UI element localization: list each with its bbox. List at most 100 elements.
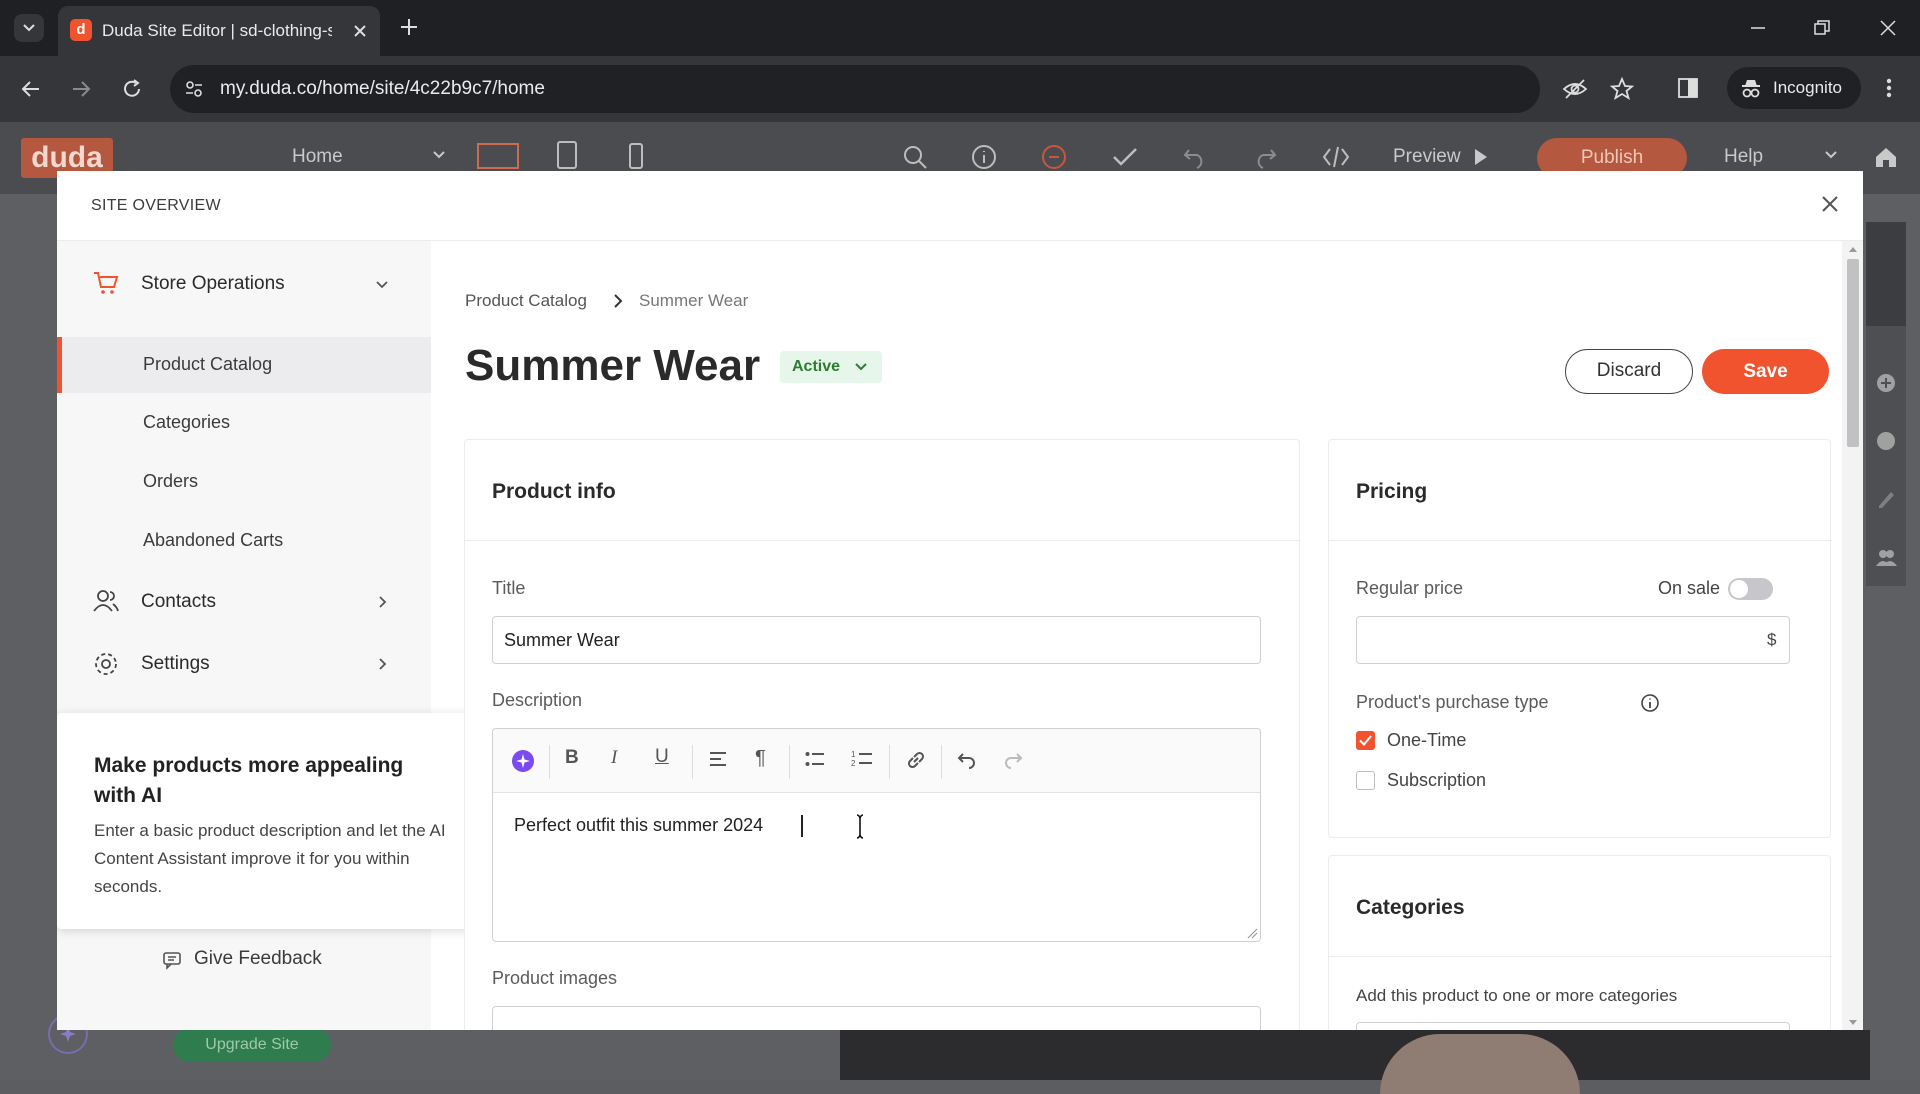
modal-close-icon[interactable] — [1821, 195, 1839, 213]
back-icon[interactable] — [20, 78, 42, 100]
sidebar-item-product-catalog[interactable]: Product Catalog — [57, 337, 431, 393]
undo-icon[interactable] — [1182, 144, 1208, 170]
breadcrumb-parent[interactable]: Product Catalog — [465, 291, 587, 311]
checkmark-icon — [1359, 734, 1372, 747]
scrollbar-thumb[interactable] — [1847, 259, 1859, 447]
scroll-down-icon[interactable] — [1848, 1019, 1858, 1027]
window-close-icon[interactable] — [1878, 18, 1898, 38]
upgrade-site-button[interactable]: Upgrade Site — [173, 1028, 331, 1062]
bulleted-list-icon[interactable] — [805, 751, 825, 767]
product-images-dropzone[interactable] — [492, 1006, 1261, 1030]
card-title: Pricing — [1356, 480, 1428, 503]
ai-assist-icon[interactable] — [511, 749, 535, 773]
forward-icon[interactable] — [70, 78, 92, 100]
sidebar-item-abandoned-carts[interactable]: Abandoned Carts — [57, 513, 431, 569]
browser-menu-icon[interactable] — [1882, 76, 1896, 100]
on-sale-label: On sale — [1658, 578, 1721, 598]
numbered-list-icon[interactable]: 12 — [851, 749, 873, 767]
save-button[interactable]: Save — [1702, 349, 1829, 394]
code-icon[interactable] — [1322, 144, 1350, 170]
redo-icon[interactable] — [1003, 750, 1023, 770]
subscription-checkbox[interactable] — [1356, 771, 1375, 790]
team-icon[interactable] — [1875, 546, 1897, 568]
one-time-label: One-Time — [1387, 730, 1467, 750]
svg-text:2: 2 — [851, 759, 856, 767]
info-icon[interactable] — [971, 144, 997, 170]
card-title: Product info — [492, 480, 616, 503]
page-title: Summer Wear — [465, 341, 761, 390]
discard-button[interactable]: Discard — [1565, 349, 1693, 394]
sidebar-item-label: Settings — [141, 653, 210, 674]
sidebar-item-orders[interactable]: Orders — [57, 454, 431, 510]
status-dropdown[interactable]: Active — [780, 351, 882, 383]
redo-icon[interactable] — [1252, 144, 1278, 170]
svg-text:1: 1 — [851, 750, 856, 759]
sidebar-item-label: Orders — [143, 471, 199, 491]
give-feedback-link[interactable]: Give Feedback — [162, 941, 362, 977]
info-icon[interactable] — [1640, 693, 1660, 713]
incognito-badge[interactable]: Incognito — [1727, 67, 1861, 109]
side-panel-icon[interactable] — [1677, 77, 1699, 99]
sidebar-item-categories[interactable]: Categories — [57, 395, 431, 451]
minimize-icon[interactable] — [1748, 18, 1768, 38]
reload-icon[interactable] — [120, 77, 144, 101]
sidebar-item-settings[interactable]: Settings — [57, 633, 431, 693]
categories-select[interactable] — [1356, 1022, 1790, 1030]
bookmark-star-icon[interactable] — [1610, 77, 1634, 101]
restore-icon[interactable] — [1812, 18, 1832, 38]
edit-icon[interactable] — [1875, 488, 1897, 510]
paragraph-icon[interactable]: ¶ — [755, 747, 766, 770]
tab-search-button[interactable] — [14, 14, 44, 42]
modal-scrollbar[interactable] — [1842, 241, 1863, 1030]
help-menu[interactable]: Help — [1724, 146, 1763, 168]
page-select-chevron-icon[interactable] — [432, 150, 446, 160]
italic-icon[interactable]: I — [611, 747, 617, 769]
align-left-icon[interactable] — [709, 751, 727, 767]
new-tab-icon[interactable] — [398, 16, 420, 38]
desktop-view-icon[interactable] — [476, 142, 520, 174]
description-editor[interactable]: B I U ¶ 12 Perfect outfit this summer 20… — [492, 728, 1261, 942]
underline-icon[interactable]: U — [655, 746, 669, 768]
mobile-view-icon[interactable] — [628, 142, 644, 170]
eye-off-icon[interactable] — [1562, 77, 1588, 101]
page-selector[interactable]: Home — [292, 146, 343, 168]
chat-icon[interactable] — [1875, 430, 1897, 452]
regular-price-field[interactable]: $ — [1356, 616, 1790, 664]
on-sale-toggle[interactable] — [1728, 578, 1773, 600]
search-icon[interactable] — [902, 144, 928, 170]
home-icon[interactable] — [1874, 146, 1898, 168]
scroll-up-icon[interactable] — [1848, 245, 1858, 253]
help-chevron-icon[interactable] — [1824, 150, 1838, 160]
link-icon[interactable] — [905, 749, 927, 771]
undo-icon[interactable] — [957, 750, 977, 770]
ai-tip-body: Enter a basic product description and le… — [94, 821, 446, 896]
card-divider — [1329, 956, 1832, 957]
url-text[interactable]: my.duda.co/home/site/4c22b9c7/home — [220, 78, 545, 100]
toolbar-divider — [941, 745, 942, 779]
bold-icon[interactable]: B — [565, 747, 579, 769]
zoom-in-icon[interactable] — [1875, 372, 1897, 394]
sidebar-section-label: Store Operations — [141, 273, 285, 294]
breadcrumb-chevron-icon — [612, 293, 624, 309]
resize-handle-icon[interactable] — [1246, 927, 1258, 939]
tablet-view-icon[interactable] — [556, 140, 578, 170]
incognito-icon — [1739, 77, 1763, 99]
tab-close-icon[interactable] — [348, 19, 372, 43]
preview-button[interactable]: Preview — [1393, 146, 1461, 168]
card-divider — [1329, 540, 1832, 541]
browser-tab[interactable]: d Duda Site Editor | sd-clothing-s — [58, 6, 380, 56]
sidebar-item-store-operations[interactable]: Store Operations — [57, 253, 431, 313]
editor-tool-rail — [1866, 326, 1906, 586]
status-badge: Active — [792, 358, 841, 375]
checkmark-icon[interactable] — [1112, 146, 1138, 168]
site-settings-icon[interactable] — [184, 79, 204, 99]
title-field[interactable]: Summer Wear — [492, 616, 1261, 664]
sidebar-item-contacts[interactable]: Contacts — [57, 571, 431, 631]
i-beam-cursor-icon — [793, 813, 913, 841]
address-bar[interactable]: my.duda.co/home/site/4c22b9c7/home — [170, 65, 1634, 113]
sidebar-item-label: Abandoned Carts — [143, 530, 284, 550]
browser-tab-bar: d Duda Site Editor | sd-clothing-s — [0, 0, 1920, 56]
description-text[interactable]: Perfect outfit this summer 2024 — [514, 815, 763, 836]
one-time-checkbox[interactable] — [1356, 731, 1375, 750]
comments-icon[interactable] — [1041, 144, 1067, 170]
